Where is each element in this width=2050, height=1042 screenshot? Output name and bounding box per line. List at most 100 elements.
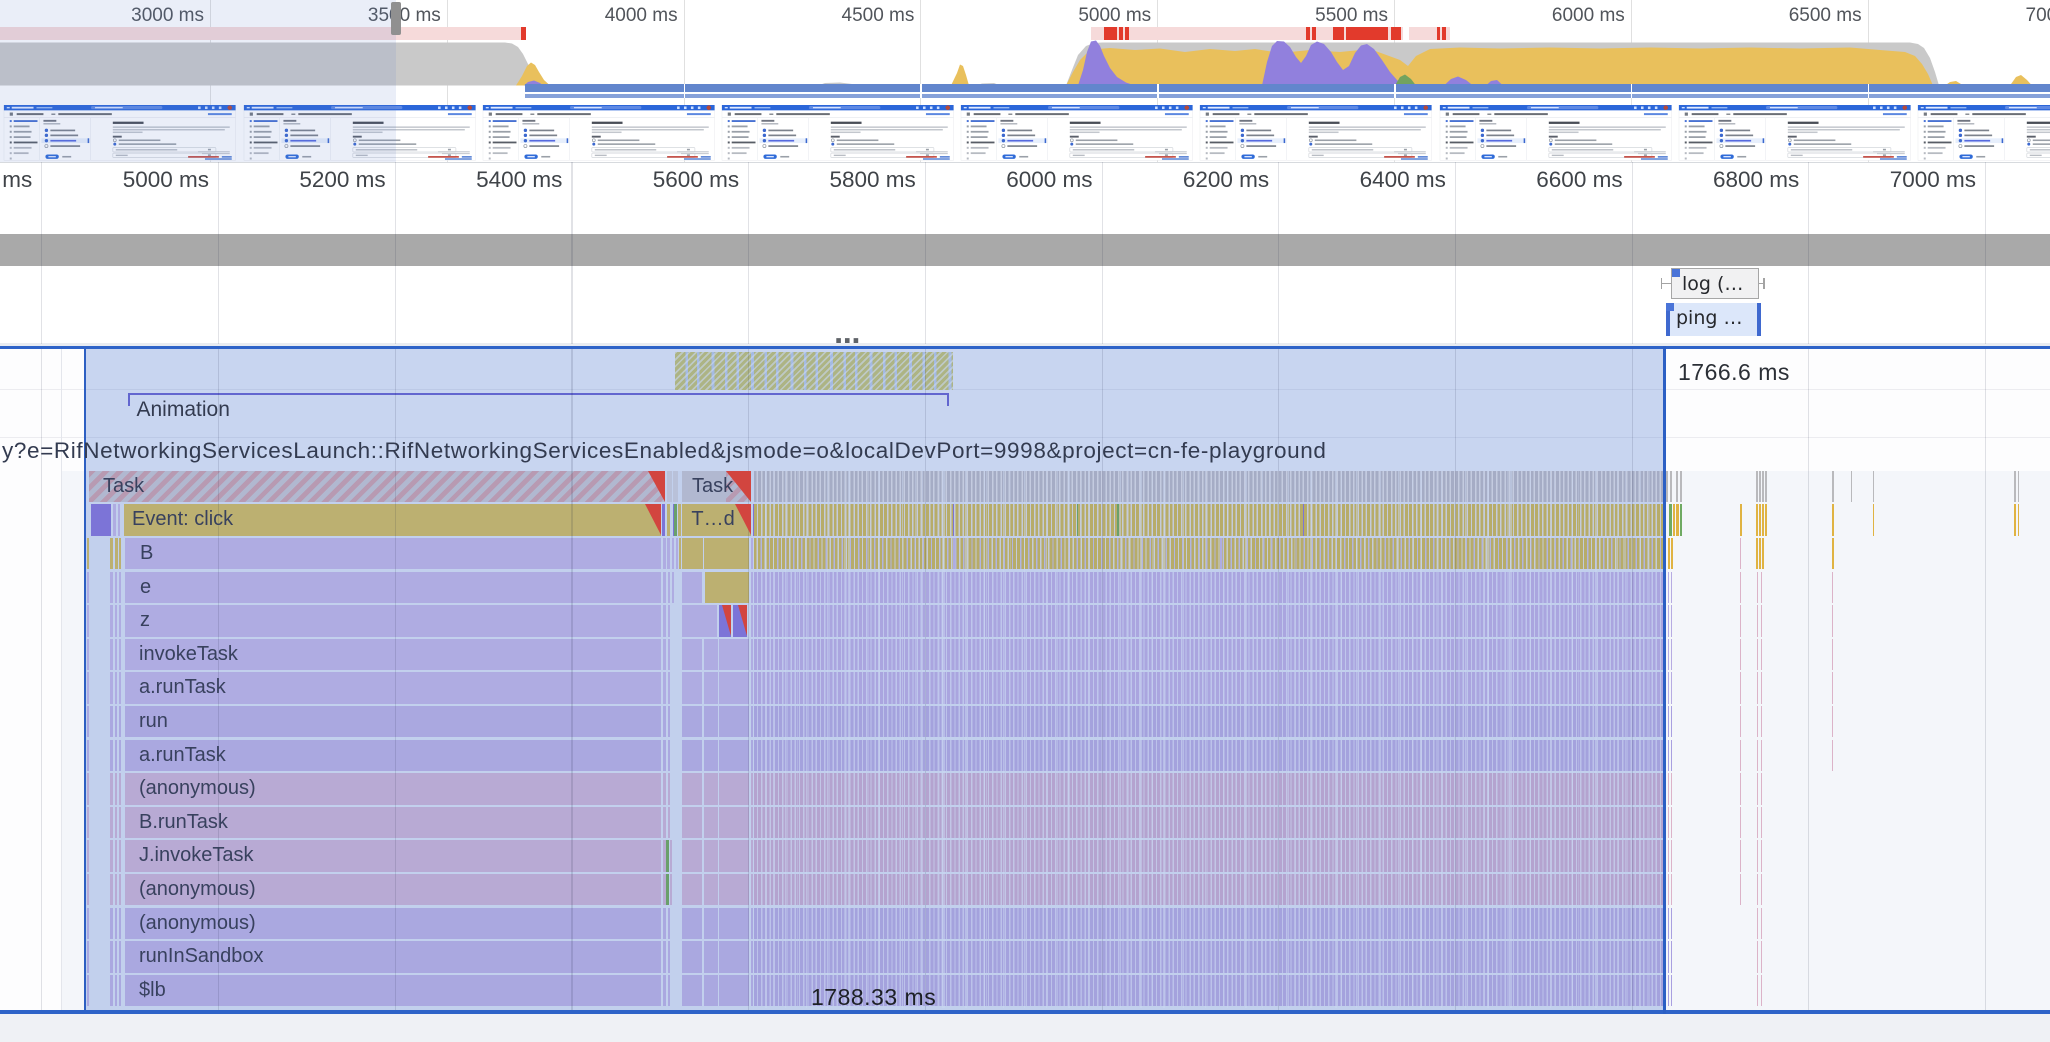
flame-sliver[interactable] [1670, 537, 1673, 570]
flame-sliver[interactable] [1761, 672, 1763, 704]
filmstrip-screenshot[interactable] [1678, 105, 1912, 161]
flame-sliver[interactable] [1672, 504, 1676, 536]
flame-sliver[interactable] [1756, 470, 1758, 503]
flame-sliver[interactable] [1761, 705, 1763, 738]
flame-sliver[interactable] [1670, 941, 1673, 973]
flame-sliver[interactable] [1761, 840, 1763, 872]
flame-sliver[interactable] [1759, 504, 1761, 536]
flame-sliver[interactable] [1667, 907, 1670, 940]
flame-sliver[interactable] [1757, 672, 1759, 704]
flame-sliver[interactable] [1680, 504, 1682, 536]
flame-sliver[interactable] [1667, 739, 1670, 772]
flame-sliver[interactable] [1670, 840, 1673, 872]
flame-sliver[interactable] [1740, 537, 1742, 570]
flame-sliver[interactable] [1670, 806, 1673, 839]
flame-sliver[interactable] [1832, 705, 1834, 738]
flame-sliver[interactable] [1765, 504, 1767, 536]
flame-sliver[interactable] [1757, 571, 1759, 604]
flame-sliver[interactable] [1667, 605, 1670, 637]
flame-sliver[interactable] [1757, 873, 1759, 906]
filmstrip-screenshot[interactable] [482, 105, 716, 161]
flame-sliver[interactable] [2017, 504, 2020, 536]
filmstrip-screenshot[interactable] [960, 105, 1194, 161]
flame-sliver[interactable] [1761, 873, 1763, 906]
flame-sliver[interactable] [1667, 941, 1670, 973]
flame-sliver[interactable] [1832, 537, 1834, 570]
flame-sliver[interactable] [1670, 672, 1673, 704]
network-request[interactable]: ping … [1666, 302, 1761, 336]
flame-sliver[interactable] [1667, 773, 1670, 805]
flame-sliver[interactable] [1757, 974, 1759, 1007]
flame-sliver[interactable] [1740, 672, 1742, 704]
flame-sliver[interactable] [1670, 873, 1673, 906]
flame-sliver[interactable] [1670, 773, 1673, 805]
flame-sliver[interactable] [1667, 974, 1670, 1007]
flame-sliver[interactable] [1759, 470, 1761, 503]
timeline-overview[interactable]: 3000 ms 3500 ms 4000 ms 4500 ms 5000 ms 5500 … [0, 0, 2050, 162]
flame-sliver[interactable] [1761, 638, 1763, 671]
flame-sliver[interactable] [1670, 705, 1673, 738]
flame-sliver[interactable] [1740, 840, 1742, 872]
flame-sliver[interactable] [1757, 773, 1759, 805]
flame-sliver[interactable] [1761, 739, 1763, 772]
flame-sliver[interactable] [1667, 537, 1670, 570]
flame-sliver[interactable] [1740, 873, 1742, 906]
flame-sliver[interactable] [1757, 638, 1759, 671]
flame-sliver[interactable] [1670, 638, 1673, 671]
filmstrip-screenshot[interactable] [1199, 105, 1433, 161]
flame-sliver[interactable] [1757, 705, 1759, 738]
flame-sliver[interactable] [1669, 470, 1672, 503]
flame-sliver[interactable] [1850, 470, 1853, 503]
flame-sliver[interactable] [1761, 974, 1763, 1007]
flame-sliver[interactable] [1756, 504, 1758, 536]
flame-sliver[interactable] [1739, 504, 1742, 536]
flame-sliver[interactable] [2014, 504, 2016, 536]
flame-sliver[interactable] [1872, 470, 1875, 503]
flame-sliver[interactable] [1761, 806, 1763, 839]
flame-sliver[interactable] [1679, 470, 1682, 503]
flame-sliver[interactable] [1676, 470, 1679, 503]
filmstrip-screenshot[interactable] [1439, 105, 1673, 161]
flame-sliver[interactable] [1757, 605, 1759, 637]
flame-sliver[interactable] [1759, 537, 1761, 570]
flame-sliver[interactable] [1832, 739, 1834, 772]
main-flame-chart[interactable]: Animation y?e=RifNetworkingServicesLaunc… [0, 345, 2050, 1014]
selection-right-edge[interactable] [1663, 345, 1667, 1014]
flame-sliver[interactable] [1740, 705, 1742, 738]
flame-sliver[interactable] [1668, 504, 1672, 536]
flame-sliver[interactable] [1667, 705, 1670, 738]
flame-sliver[interactable] [1740, 773, 1742, 805]
flame-sliver[interactable] [1667, 840, 1670, 872]
flame-sliver[interactable] [1762, 470, 1764, 503]
flame-sliver[interactable] [1757, 739, 1759, 772]
frames-track-band[interactable] [0, 233, 2050, 266]
flame-sliver[interactable] [2013, 470, 2016, 503]
flame-sliver[interactable] [1667, 571, 1670, 604]
flame-sliver[interactable] [1670, 739, 1673, 772]
flame-sliver[interactable] [1872, 504, 1875, 536]
flame-sliver[interactable] [1670, 907, 1673, 940]
flame-sliver[interactable] [1765, 470, 1767, 503]
flame-sliver[interactable] [1761, 571, 1763, 604]
flame-sliver[interactable] [1667, 638, 1670, 671]
flame-sliver[interactable] [1667, 806, 1670, 839]
flame-sliver[interactable] [1740, 571, 1742, 604]
flame-sliver[interactable] [1667, 873, 1670, 906]
flame-sliver[interactable] [1667, 672, 1670, 704]
flame-sliver[interactable] [1832, 470, 1834, 503]
flame-sliver[interactable] [1761, 773, 1763, 805]
flame-sliver[interactable] [2017, 470, 2020, 503]
flame-sliver[interactable] [1676, 504, 1679, 536]
flame-sliver[interactable] [1832, 672, 1834, 704]
flame-sliver[interactable] [1832, 605, 1834, 637]
flame-sliver[interactable] [1670, 974, 1673, 1007]
flame-sliver[interactable] [1761, 941, 1763, 973]
flame-sliver[interactable] [1740, 739, 1742, 772]
flame-sliver[interactable] [1832, 571, 1834, 604]
filmstrip-screenshot[interactable] [721, 105, 955, 161]
flame-sliver[interactable] [1666, 470, 1668, 503]
flame-sliver[interactable] [1762, 504, 1764, 536]
network-request[interactable]: log (… [1671, 268, 1759, 299]
flame-sliver[interactable] [1740, 605, 1742, 637]
flame-sliver[interactable] [1670, 605, 1673, 637]
